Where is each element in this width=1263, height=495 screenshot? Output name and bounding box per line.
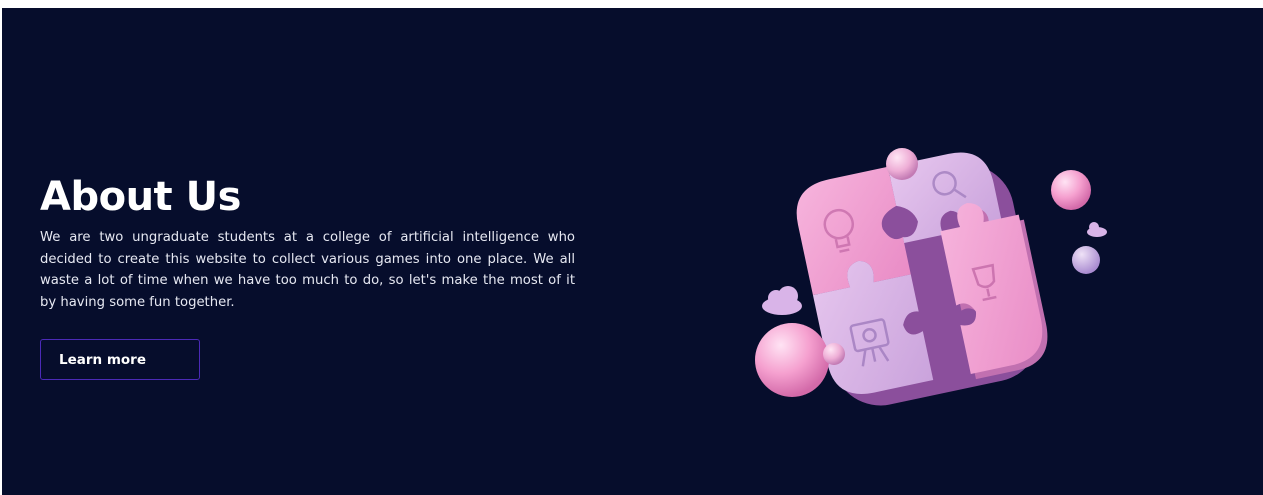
puzzle-group <box>796 152 1048 406</box>
page-title: About Us <box>40 174 241 220</box>
sphere-decoration <box>1051 170 1091 210</box>
cloud-icon <box>1087 222 1107 237</box>
sphere-decoration <box>1072 246 1100 274</box>
sphere-decoration <box>823 343 845 365</box>
about-content: About Us We are two ungraduate students … <box>40 173 575 380</box>
sphere-decoration <box>755 323 829 397</box>
sphere-decoration <box>886 148 918 180</box>
about-description: We are two ungraduate students at a coll… <box>40 230 575 310</box>
cloud-icon <box>762 286 802 315</box>
about-section: About Us We are two ungraduate students … <box>0 8 1263 495</box>
learn-more-button[interactable]: Learn more <box>40 339 200 380</box>
puzzle-illustration-icon <box>755 148 1107 406</box>
